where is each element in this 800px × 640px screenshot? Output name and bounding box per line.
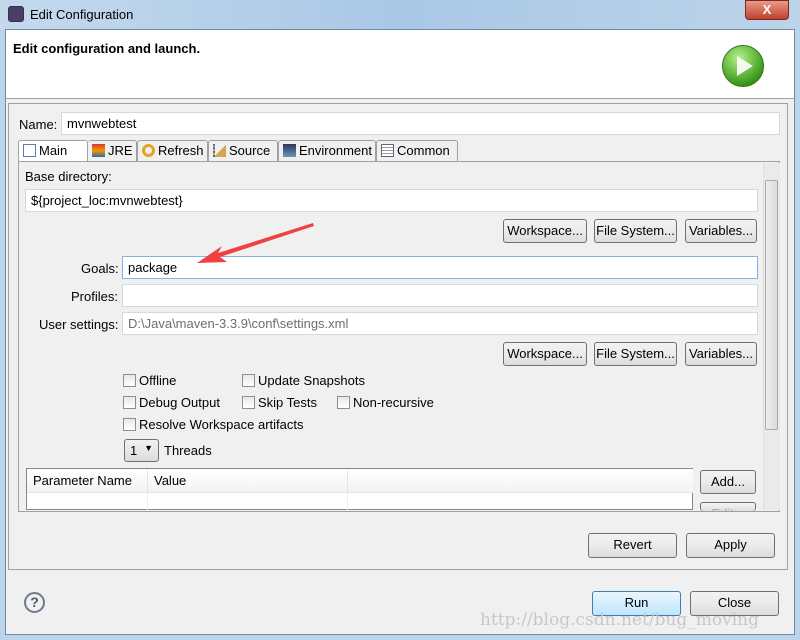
- annotation-arrow: [197, 223, 314, 263]
- arrow-shape: [197, 223, 314, 263]
